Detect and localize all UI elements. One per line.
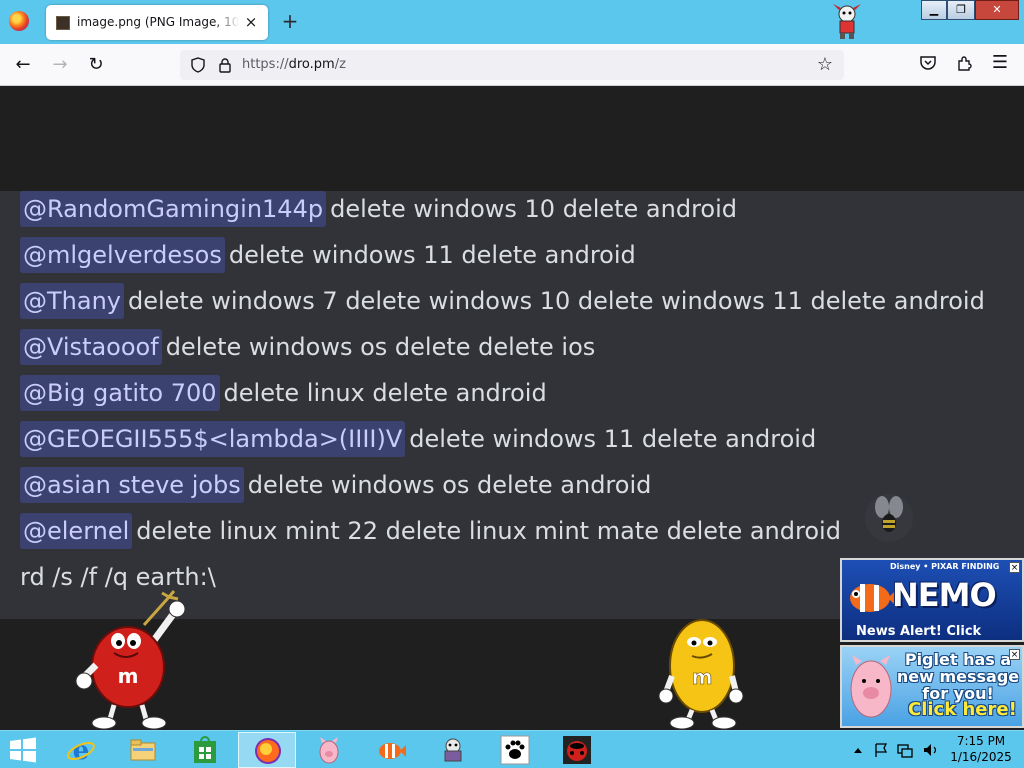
extensions-icon[interactable] <box>955 53 975 73</box>
tab-title: image.png (PNG Image, 1025 × 768 pixels) <box>77 15 239 29</box>
taskbar: e 7:15 PM 1/16/2025 <box>0 730 1024 768</box>
user-mention: @elernel <box>20 513 133 549</box>
user-mention: @RandomGamingin144p <box>20 191 327 227</box>
user-mention: @Vistaooof <box>20 329 162 365</box>
message-text: delete linux delete android <box>223 379 547 407</box>
piglet-icon <box>850 655 892 718</box>
forward-arrow-icon[interactable]: → <box>48 53 72 77</box>
ad-click-here[interactable]: Click here! <box>908 699 1017 720</box>
message-text: delete windows 7 delete windows 10 delet… <box>128 287 985 315</box>
taskbar-paw[interactable] <box>486 732 544 768</box>
firefox-icon <box>255 738 281 764</box>
chat-line: @elernel delete linux mint 22 delete linu… <box>20 513 841 549</box>
ad-subtitle[interactable]: News Alert! Click here! <box>856 624 1022 640</box>
url-text[interactable]: https://dro.pm/z <box>242 57 346 72</box>
minimize-window-button[interactable]: ▁ <box>921 0 947 20</box>
close-tab-icon[interactable]: × <box>242 13 260 31</box>
url-bar[interactable]: https://dro.pm/z ☆ <box>180 50 844 80</box>
piglet-ad[interactable]: Piglet has a new message for you! Click … <box>840 645 1024 728</box>
taskbar-internet-explorer[interactable]: e <box>52 732 110 768</box>
ad-message: Piglet has a new message for you! <box>896 650 1020 703</box>
store-icon <box>194 736 216 763</box>
paw-icon <box>500 735 530 765</box>
taskbar-ladybug[interactable] <box>548 732 606 768</box>
browser-navbar: ← → ↻ https://dro.pm/z ☆ <box>0 44 1024 86</box>
windows-start-icon[interactable] <box>8 737 38 763</box>
svg-text:e: e <box>73 736 90 765</box>
hamburger-menu-icon[interactable]: ☰ <box>990 53 1010 73</box>
svg-text:m: m <box>692 665 713 689</box>
taskbar-store[interactable] <box>176 732 234 768</box>
lock-icon[interactable] <box>218 57 232 73</box>
buddy-icon <box>444 738 462 762</box>
action-center-flag-icon <box>875 743 888 757</box>
user-mention: @asian steve jobs <box>20 467 244 503</box>
piglet-icon <box>319 737 339 764</box>
chat-line: @Vistaooof delete windows os delete delet… <box>20 329 595 365</box>
chat-line: @asian steve jobs delete windows os delet… <box>20 467 651 503</box>
finding-nemo-ad[interactable]: Disney • PIXAR FINDING NEMO News Alert! … <box>840 558 1024 642</box>
clownfish-icon <box>850 584 898 612</box>
user-mention: @Thany <box>20 283 124 319</box>
clock-date: 1/16/2025 <box>950 750 1012 764</box>
close-window-button[interactable]: ✕ <box>975 0 1019 20</box>
close-icon[interactable]: × <box>1009 562 1020 573</box>
taskbar-piglet[interactable] <box>300 732 358 768</box>
chat-line: @Thany delete windows 7 delete windows 10… <box>20 283 985 319</box>
taskbar-buddy[interactable] <box>424 732 482 768</box>
bookmark-star-icon[interactable]: ☆ <box>815 55 835 75</box>
restore-window-button[interactable]: ❐ <box>947 0 975 20</box>
internet-explorer-icon: e <box>67 736 95 765</box>
pocket-icon[interactable] <box>919 54 937 72</box>
firefox-icon[interactable] <box>9 11 29 31</box>
show-hidden-icons-icon <box>854 748 862 753</box>
chat-line: @Big gatito 700 delete linux delete andro… <box>20 375 547 411</box>
back-arrow-icon[interactable]: ← <box>11 53 35 77</box>
clock-time: 7:15 PM <box>956 734 1006 748</box>
chat-line: @mlgelverdesos delete windows 11 delete a… <box>20 237 636 273</box>
bee-icon[interactable] <box>858 493 920 543</box>
message-text: delete linux mint 22 delete linux mint m… <box>136 517 841 545</box>
ladybug-icon <box>563 736 591 764</box>
reload-icon[interactable]: ↻ <box>84 53 108 77</box>
red-mm-character-icon[interactable]: m <box>74 585 196 730</box>
user-mention: @mlgelverdesos <box>20 237 225 273</box>
folder-icon <box>130 739 156 761</box>
taskbar-clock[interactable]: 7:15 PM 1/16/2025 <box>950 733 1012 765</box>
ad-title: NEMO <box>892 576 997 614</box>
clownfish-icon <box>379 743 406 759</box>
message-text: delete windows 11 delete android <box>228 241 636 269</box>
taskbar-file-explorer[interactable] <box>114 732 172 768</box>
taskbar-firefox[interactable] <box>238 732 296 768</box>
chat-screenshot: @RandomGamingin144p delete windows 10 del… <box>0 191 1024 619</box>
chat-line: @RandomGamingin144p delete windows 10 del… <box>20 191 737 227</box>
user-mention: @Big gatito 700 <box>20 375 220 411</box>
chat-line: @GEOEGII555$<lambda>(IIII)V delete window… <box>20 421 816 457</box>
message-text: delete windows 11 delete android <box>409 425 817 453</box>
system-tray[interactable] <box>850 741 950 759</box>
message-text: delete windows os delete android <box>247 471 652 499</box>
user-mention: @GEOEGII555$<lambda>(IIII)V <box>20 421 406 457</box>
taskbar-nemo[interactable] <box>362 732 420 768</box>
new-tab-button[interactable]: + <box>280 11 300 31</box>
tab-image-png[interactable]: image.png (PNG Image, 1025 × 768 pixels)… <box>46 5 268 40</box>
yellow-mm-character-icon[interactable]: m <box>656 612 748 730</box>
shield-icon[interactable] <box>190 57 206 73</box>
mascot-sprite-icon <box>833 4 861 39</box>
image-favicon-icon <box>56 16 70 30</box>
ad-brand: Disney • PIXAR FINDING <box>890 562 1000 571</box>
svg-text:m: m <box>118 664 139 688</box>
message-text: delete windows os delete delete ios <box>165 333 596 361</box>
volume-icon <box>924 744 931 756</box>
browser-titlebar: image.png (PNG Image, 1025 × 768 pixels)… <box>0 0 1024 44</box>
message-text: delete windows 10 delete android <box>330 195 738 223</box>
close-icon[interactable]: × <box>1009 649 1020 660</box>
